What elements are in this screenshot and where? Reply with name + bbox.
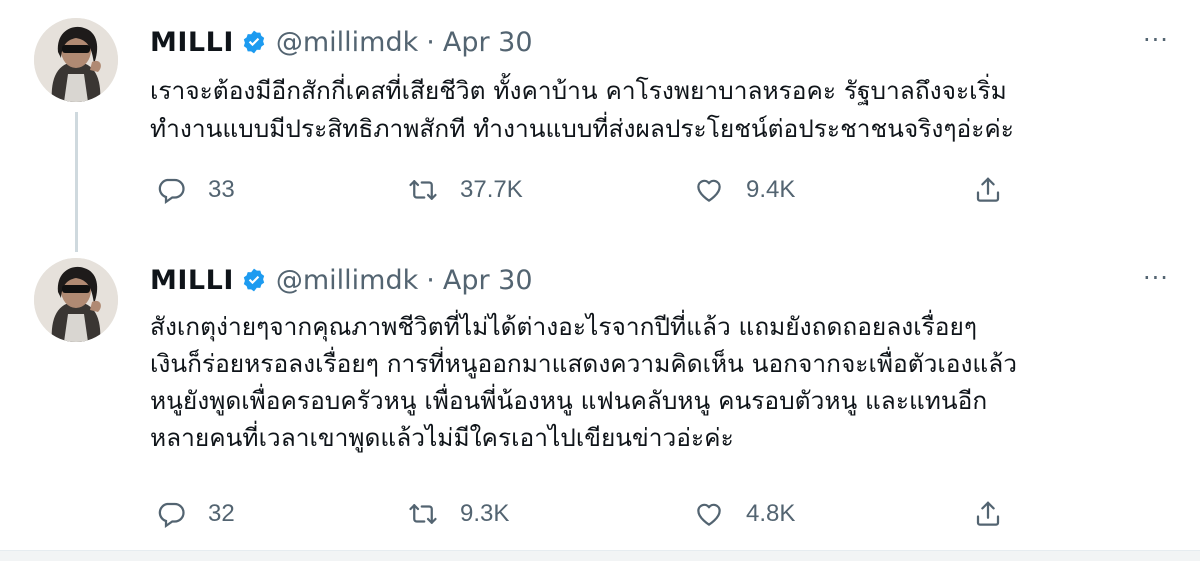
reply-count: 32 — [208, 500, 235, 527]
like-button[interactable]: 4.8K — [694, 492, 795, 536]
reply-button[interactable]: 33 — [156, 168, 235, 212]
tweet-text-line: เราจะต้องมีอีกสักกี่เคสที่เสียชีวิต ทั้ง… — [150, 76, 1007, 105]
tweet-header: MILLI @millimdk · Apr 30 — [150, 262, 533, 298]
heart-icon — [694, 499, 724, 529]
tweet[interactable]: MILLI @millimdk · Apr 30 ··· สังเกตุง่าย… — [0, 250, 1200, 550]
avatar-image — [34, 18, 118, 102]
share-icon — [973, 499, 1003, 529]
reply-icon — [156, 175, 186, 205]
like-count: 4.8K — [746, 500, 796, 527]
reply-icon — [156, 499, 186, 529]
reply-count: 33 — [208, 176, 235, 203]
avatar[interactable] — [34, 258, 118, 342]
heart-icon — [694, 175, 724, 205]
more-options-icon[interactable]: ··· — [1138, 26, 1174, 54]
more-options-icon[interactable]: ··· — [1138, 264, 1174, 292]
verified-badge-icon — [241, 267, 267, 293]
bottom-divider — [0, 550, 1200, 561]
tweet-header: MILLI @millimdk · Apr 30 — [150, 24, 533, 60]
retweet-button[interactable]: 37.7K — [408, 168, 523, 212]
tweet-date[interactable]: Apr 30 — [443, 27, 533, 58]
tweet-actions: 32 9.3K 4.8K — [150, 492, 1050, 536]
tweet-text-line: ทำงานแบบมีประสิทธิภาพสักที ทำงานแบบที่ส่… — [150, 114, 1014, 143]
thread-connector-line — [75, 112, 78, 252]
retweet-count: 9.3K — [460, 500, 510, 527]
avatar-image — [34, 258, 118, 342]
reply-button[interactable]: 32 — [156, 492, 235, 536]
share-button[interactable] — [973, 492, 1003, 536]
tweet-text-line: เงินก็ร่อยหรอลงเรื่อยๆ การที่หนูออกมาแสด… — [150, 349, 1017, 378]
user-handle[interactable]: @millimdk — [276, 27, 418, 58]
avatar[interactable] — [34, 18, 118, 102]
like-button[interactable]: 9.4K — [694, 168, 795, 212]
verified-badge-icon — [241, 29, 267, 55]
share-button[interactable] — [973, 168, 1003, 212]
tweet-text-line: หลายคนที่เวลาเขาพูดแล้วไม่มีใครเอาไปเขีย… — [150, 423, 734, 452]
separator-dot: · — [426, 264, 435, 296]
display-name[interactable]: MILLI — [150, 27, 234, 58]
share-icon — [973, 175, 1003, 205]
tweet-text-line: สังเกตุง่ายๆจากคุณภาพชีวิตที่ไม่ได้ต่างอ… — [150, 312, 978, 341]
retweet-icon — [408, 175, 438, 205]
retweet-count: 37.7K — [460, 176, 523, 203]
tweet-text-line: หนูยังพูดเพื่อครอบครัวหนู เพื่อนพี่น้องห… — [150, 386, 988, 415]
tweet-text: สังเกตุง่ายๆจากคุณภาพชีวิตที่ไม่ได้ต่างอ… — [150, 308, 1160, 456]
user-handle[interactable]: @millimdk — [276, 265, 418, 296]
tweet-date[interactable]: Apr 30 — [443, 265, 533, 296]
tweet-text: เราจะต้องมีอีกสักกี่เคสที่เสียชีวิต ทั้ง… — [150, 72, 1160, 148]
tweet-actions: 33 37.7K 9.4K — [150, 168, 1050, 212]
tweet[interactable]: MILLI @millimdk · Apr 30 ··· เราจะต้องมี… — [0, 0, 1200, 252]
display-name[interactable]: MILLI — [150, 265, 234, 296]
retweet-icon — [408, 499, 438, 529]
separator-dot: · — [426, 26, 435, 58]
like-count: 9.4K — [746, 176, 796, 203]
retweet-button[interactable]: 9.3K — [408, 492, 509, 536]
